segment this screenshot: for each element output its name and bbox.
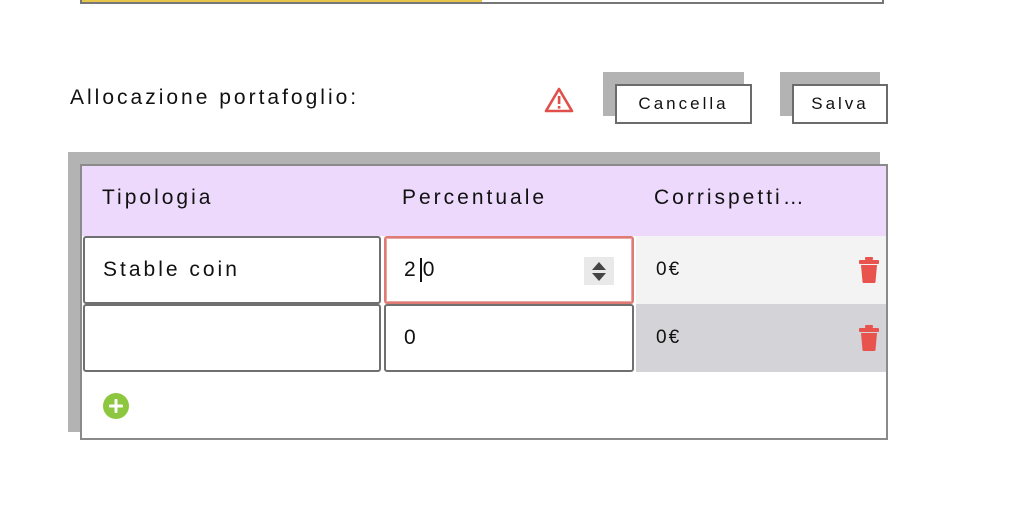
allocation-table: Tipologia Percentuale Corrispetti… Stabl… (80, 164, 888, 440)
section-title: Allocazione portafoglio: (70, 86, 360, 109)
percentuale-input-value: 0 (404, 326, 419, 349)
table-header: Tipologia Percentuale Corrispetti… (82, 166, 886, 236)
column-header-tipologia: Tipologia (102, 186, 214, 209)
percentuale-input[interactable]: 0 (384, 304, 634, 372)
trash-icon[interactable] (858, 325, 880, 351)
table-row: Stable coin 20 0€ (82, 236, 886, 304)
cancel-button[interactable]: Cancella (615, 84, 752, 124)
corrispettivo-value: 0€ (636, 236, 886, 304)
stepper-down-icon[interactable] (592, 272, 606, 281)
text-caret (419, 258, 422, 282)
corrispettivo-value: 0€ (636, 304, 886, 372)
save-button[interactable]: Salva (792, 84, 888, 124)
warning-triangle-icon (544, 87, 574, 113)
amount-text: 0€ (656, 259, 682, 280)
stepper-up-icon[interactable] (592, 261, 606, 270)
progress-bar-fill (82, 0, 482, 2)
tipologia-input[interactable]: Stable coin (83, 236, 381, 304)
column-header-percentuale: Percentuale (402, 186, 548, 209)
plus-circle-icon[interactable] (102, 392, 130, 420)
table-row: 0 0€ (82, 304, 886, 372)
percentuale-input[interactable]: 20 (384, 236, 634, 304)
number-stepper[interactable] (584, 257, 614, 285)
trash-icon[interactable] (858, 257, 880, 283)
percentuale-input-value-end: 0 (422, 258, 438, 281)
tipologia-input[interactable] (83, 304, 381, 372)
tipologia-input-value: Stable coin (103, 258, 240, 281)
column-header-corrispettivo: Corrispetti… (654, 186, 807, 209)
percentuale-input-value-start: 2 (404, 258, 419, 281)
progress-bar (80, 0, 884, 4)
amount-text: 0€ (656, 327, 682, 348)
